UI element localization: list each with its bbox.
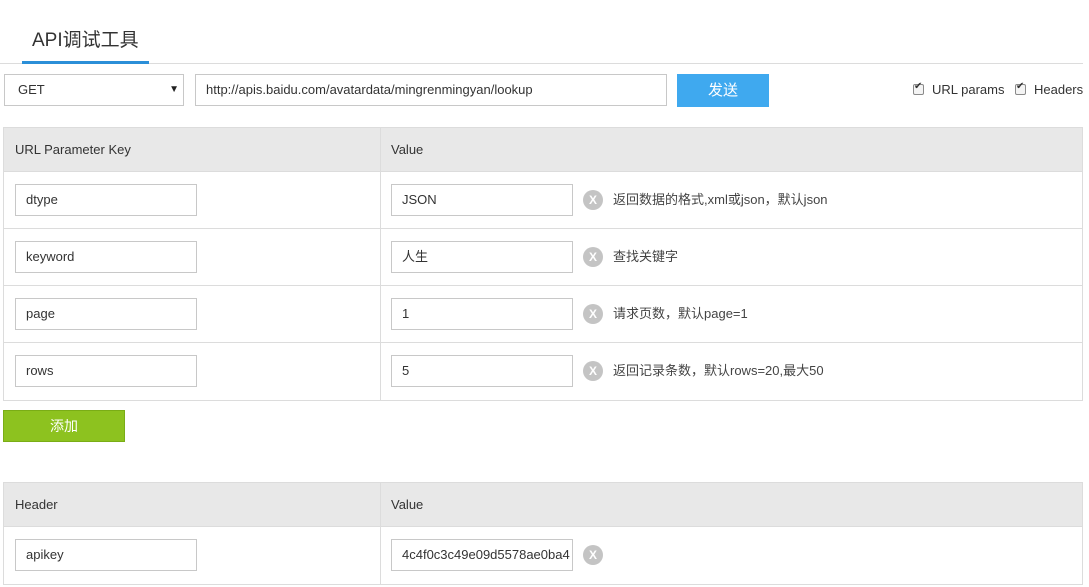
table-row: page 1 X 请求页数，默认page=1 xyxy=(4,286,1082,343)
param-key-header: URL Parameter Key xyxy=(15,142,131,157)
url-params-checkbox[interactable] xyxy=(913,81,924,95)
column-divider xyxy=(380,172,381,228)
header-value-header: Value xyxy=(391,497,424,512)
headers-table-header: Header Value xyxy=(4,483,1082,527)
close-circle-icon[interactable]: X xyxy=(583,190,603,210)
param-value-input[interactable]: 5 xyxy=(391,355,573,387)
table-row: keyword 人生 X 查找关键字 xyxy=(4,229,1082,286)
column-divider xyxy=(380,229,381,285)
url-params-option[interactable]: URL params xyxy=(913,80,1004,98)
table-row: dtype JSON X 返回数据的格式,xml或json，默认json xyxy=(4,172,1082,229)
param-key-input[interactable]: keyword xyxy=(15,241,197,273)
param-description: 返回数据的格式,xml或json，默认json xyxy=(613,192,828,207)
param-key-input[interactable]: page xyxy=(15,298,197,330)
header-key-input[interactable]: apikey xyxy=(15,539,197,571)
param-value-input[interactable]: 人生 xyxy=(391,241,573,273)
column-divider xyxy=(380,286,381,342)
column-divider xyxy=(380,527,381,584)
tab-api-debug-tool[interactable]: API调试工具 xyxy=(22,28,149,64)
header-value-input[interactable]: 4c4f0c3c49e09d5578ae0ba4 xyxy=(391,539,573,571)
header-key-header: Header xyxy=(15,497,58,512)
param-key-input[interactable]: rows xyxy=(15,355,197,387)
url-params-table: URL Parameter Key Value dtype JSON X 返回数… xyxy=(3,127,1083,401)
param-description: 请求页数，默认page=1 xyxy=(613,306,748,321)
column-divider xyxy=(380,483,381,526)
headers-checkbox[interactable] xyxy=(1015,81,1026,95)
caret-down-icon: ▼ xyxy=(169,84,179,95)
method-select[interactable]: GET ▼ xyxy=(4,74,184,106)
method-value: GET xyxy=(18,82,45,97)
close-circle-icon[interactable]: X xyxy=(583,247,603,267)
headers-option[interactable]: Headers xyxy=(1015,80,1083,98)
param-description: 查找关键字 xyxy=(613,249,679,264)
param-value-input[interactable]: JSON xyxy=(391,184,573,216)
column-divider xyxy=(380,343,381,400)
send-button[interactable]: 发送 xyxy=(677,74,769,107)
table-row: rows 5 X 返回记录条数，默认rows=20,最大50 xyxy=(4,343,1082,400)
headers-label: Headers xyxy=(1034,81,1084,97)
close-circle-icon[interactable]: X xyxy=(583,304,603,324)
param-value-input[interactable]: 1 xyxy=(391,298,573,330)
close-circle-icon[interactable]: X xyxy=(583,545,603,565)
close-circle-icon[interactable]: X xyxy=(583,361,603,381)
table-row: apikey 4c4f0c3c49e09d5578ae0ba4 X xyxy=(4,527,1082,584)
params-table-header: URL Parameter Key Value xyxy=(4,128,1082,172)
column-divider xyxy=(380,128,381,171)
url-input[interactable]: http://apis.baidu.com/avatardata/mingren… xyxy=(195,74,667,106)
param-value-header: Value xyxy=(391,142,424,157)
tab-bar: API调试工具 xyxy=(0,0,1083,64)
add-param-button[interactable]: 添加 xyxy=(3,410,125,442)
url-params-label: URL params xyxy=(932,81,1005,97)
headers-table: Header Value apikey 4c4f0c3c49e09d5578ae… xyxy=(3,482,1083,585)
param-key-input[interactable]: dtype xyxy=(15,184,197,216)
param-description: 返回记录条数，默认rows=20,最大50 xyxy=(613,363,824,378)
